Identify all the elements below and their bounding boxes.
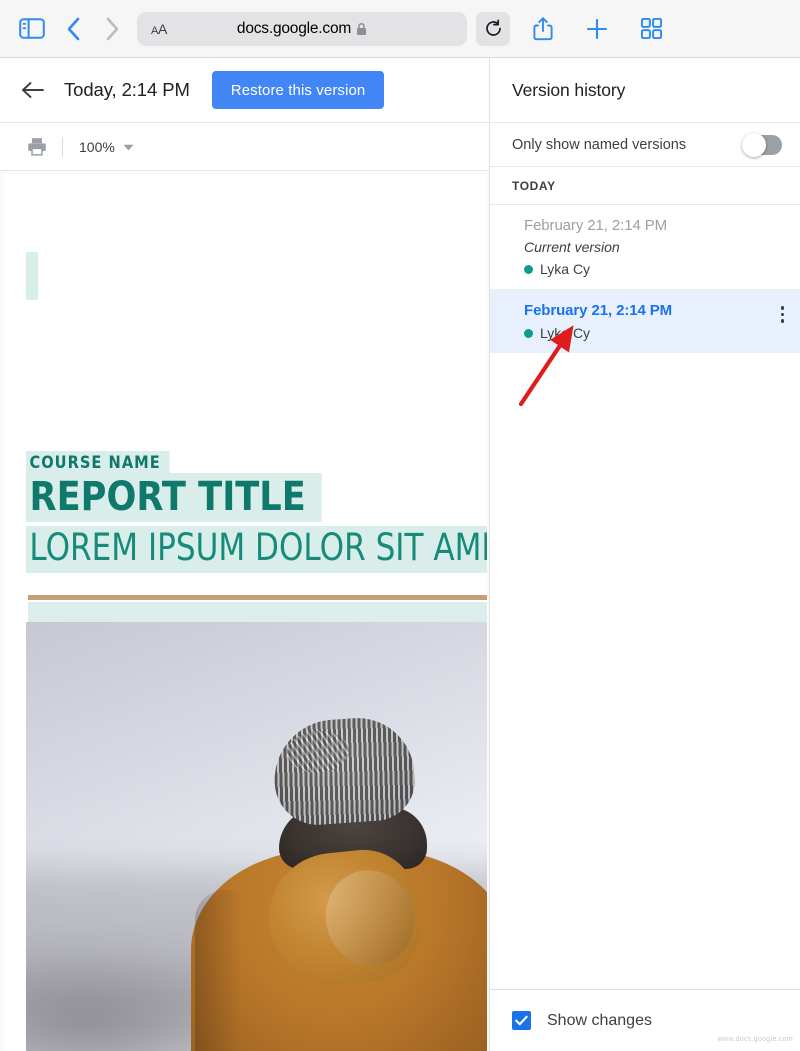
version-history-footer: Show changes www.docs.google.com xyxy=(490,989,800,1051)
show-changes-label: Show changes xyxy=(547,1011,652,1029)
browser-back-button[interactable] xyxy=(57,12,91,46)
named-versions-toggle-row[interactable]: Only show named versions xyxy=(490,123,800,167)
watermark-text: www.docs.google.com xyxy=(717,1036,793,1043)
reload-icon[interactable] xyxy=(476,11,510,46)
cover-photo xyxy=(26,622,487,1051)
author-name: Lyka Cy xyxy=(540,325,591,341)
url-text: docs.google.com xyxy=(236,19,352,37)
zoom-level-value[interactable]: 100% xyxy=(79,139,115,155)
printer-icon[interactable] xyxy=(26,136,48,158)
address-bar[interactable]: AAAA docs.google.com xyxy=(137,11,467,46)
version-author-row: Lyka Cy xyxy=(524,325,784,341)
chevron-down-icon[interactable] xyxy=(123,138,134,156)
safari-toolbar: AAAA docs.google.com xyxy=(0,0,800,58)
photo-beanie xyxy=(270,714,418,828)
toolbar-divider xyxy=(62,136,63,157)
tan-divider-rule xyxy=(28,595,487,600)
version-status: Current version xyxy=(524,239,620,255)
switch-knob xyxy=(742,132,766,157)
share-icon[interactable] xyxy=(526,12,560,46)
version-row-selected[interactable]: February 21, 2:14 PM Lyka Cy xyxy=(490,290,800,353)
author-color-dot xyxy=(524,328,533,338)
version-history-panel: Version history Only show named versions… xyxy=(489,58,800,1051)
author-name: Lyka Cy xyxy=(540,261,591,277)
group-header-today: TODAY xyxy=(490,167,800,205)
report-title-text: REPORT TITLE xyxy=(26,473,322,522)
sidebar-icon[interactable] xyxy=(15,12,49,46)
new-tab-button[interactable] xyxy=(580,12,614,46)
text-size-button[interactable]: AAAA xyxy=(151,21,167,37)
version-row-current[interactable]: February 21, 2:14 PM Current version Lyk… xyxy=(490,205,800,290)
show-changes-checkbox[interactable] xyxy=(512,1011,531,1030)
named-versions-switch[interactable] xyxy=(742,132,782,157)
browser-forward-button xyxy=(95,12,129,46)
arrow-left-icon[interactable] xyxy=(20,77,46,103)
restore-this-version-button[interactable]: Restore this version xyxy=(211,71,385,109)
panel-title: Version history xyxy=(512,79,626,100)
named-versions-label: Only show named versions xyxy=(512,136,687,153)
version-preview-toolbar: Today, 2:14 PM Restore this version xyxy=(0,58,489,123)
version-history-header: Version history xyxy=(490,58,800,123)
document-pane: Today, 2:14 PM Restore this version 100% xyxy=(0,58,489,1051)
lock-icon xyxy=(356,22,367,36)
version-date: February 21, 2:14 PM xyxy=(524,217,668,234)
document-zoom-toolbar: 100% xyxy=(0,123,489,171)
tab-overview-icon[interactable] xyxy=(634,12,668,46)
author-color-dot xyxy=(524,264,533,274)
screen-root: AAAA docs.google.com xyxy=(0,0,800,1051)
report-subtitle-text: LOREM IPSUM DOLOR SIT AMET xyxy=(26,526,487,573)
mint-band xyxy=(28,602,487,624)
preview-date-label: Today, 2:14 PM xyxy=(64,79,190,100)
kebab-menu-icon[interactable] xyxy=(780,306,784,323)
version-author-row: Lyka Cy xyxy=(524,261,784,277)
version-date: February 21, 2:14 PM xyxy=(524,302,673,319)
document-page[interactable]: COURSE NAME REPORT TITLE LOREM IPSUM DOL… xyxy=(4,174,487,1051)
mint-accent-bar xyxy=(26,252,38,300)
group-header-label: TODAY xyxy=(512,178,556,193)
